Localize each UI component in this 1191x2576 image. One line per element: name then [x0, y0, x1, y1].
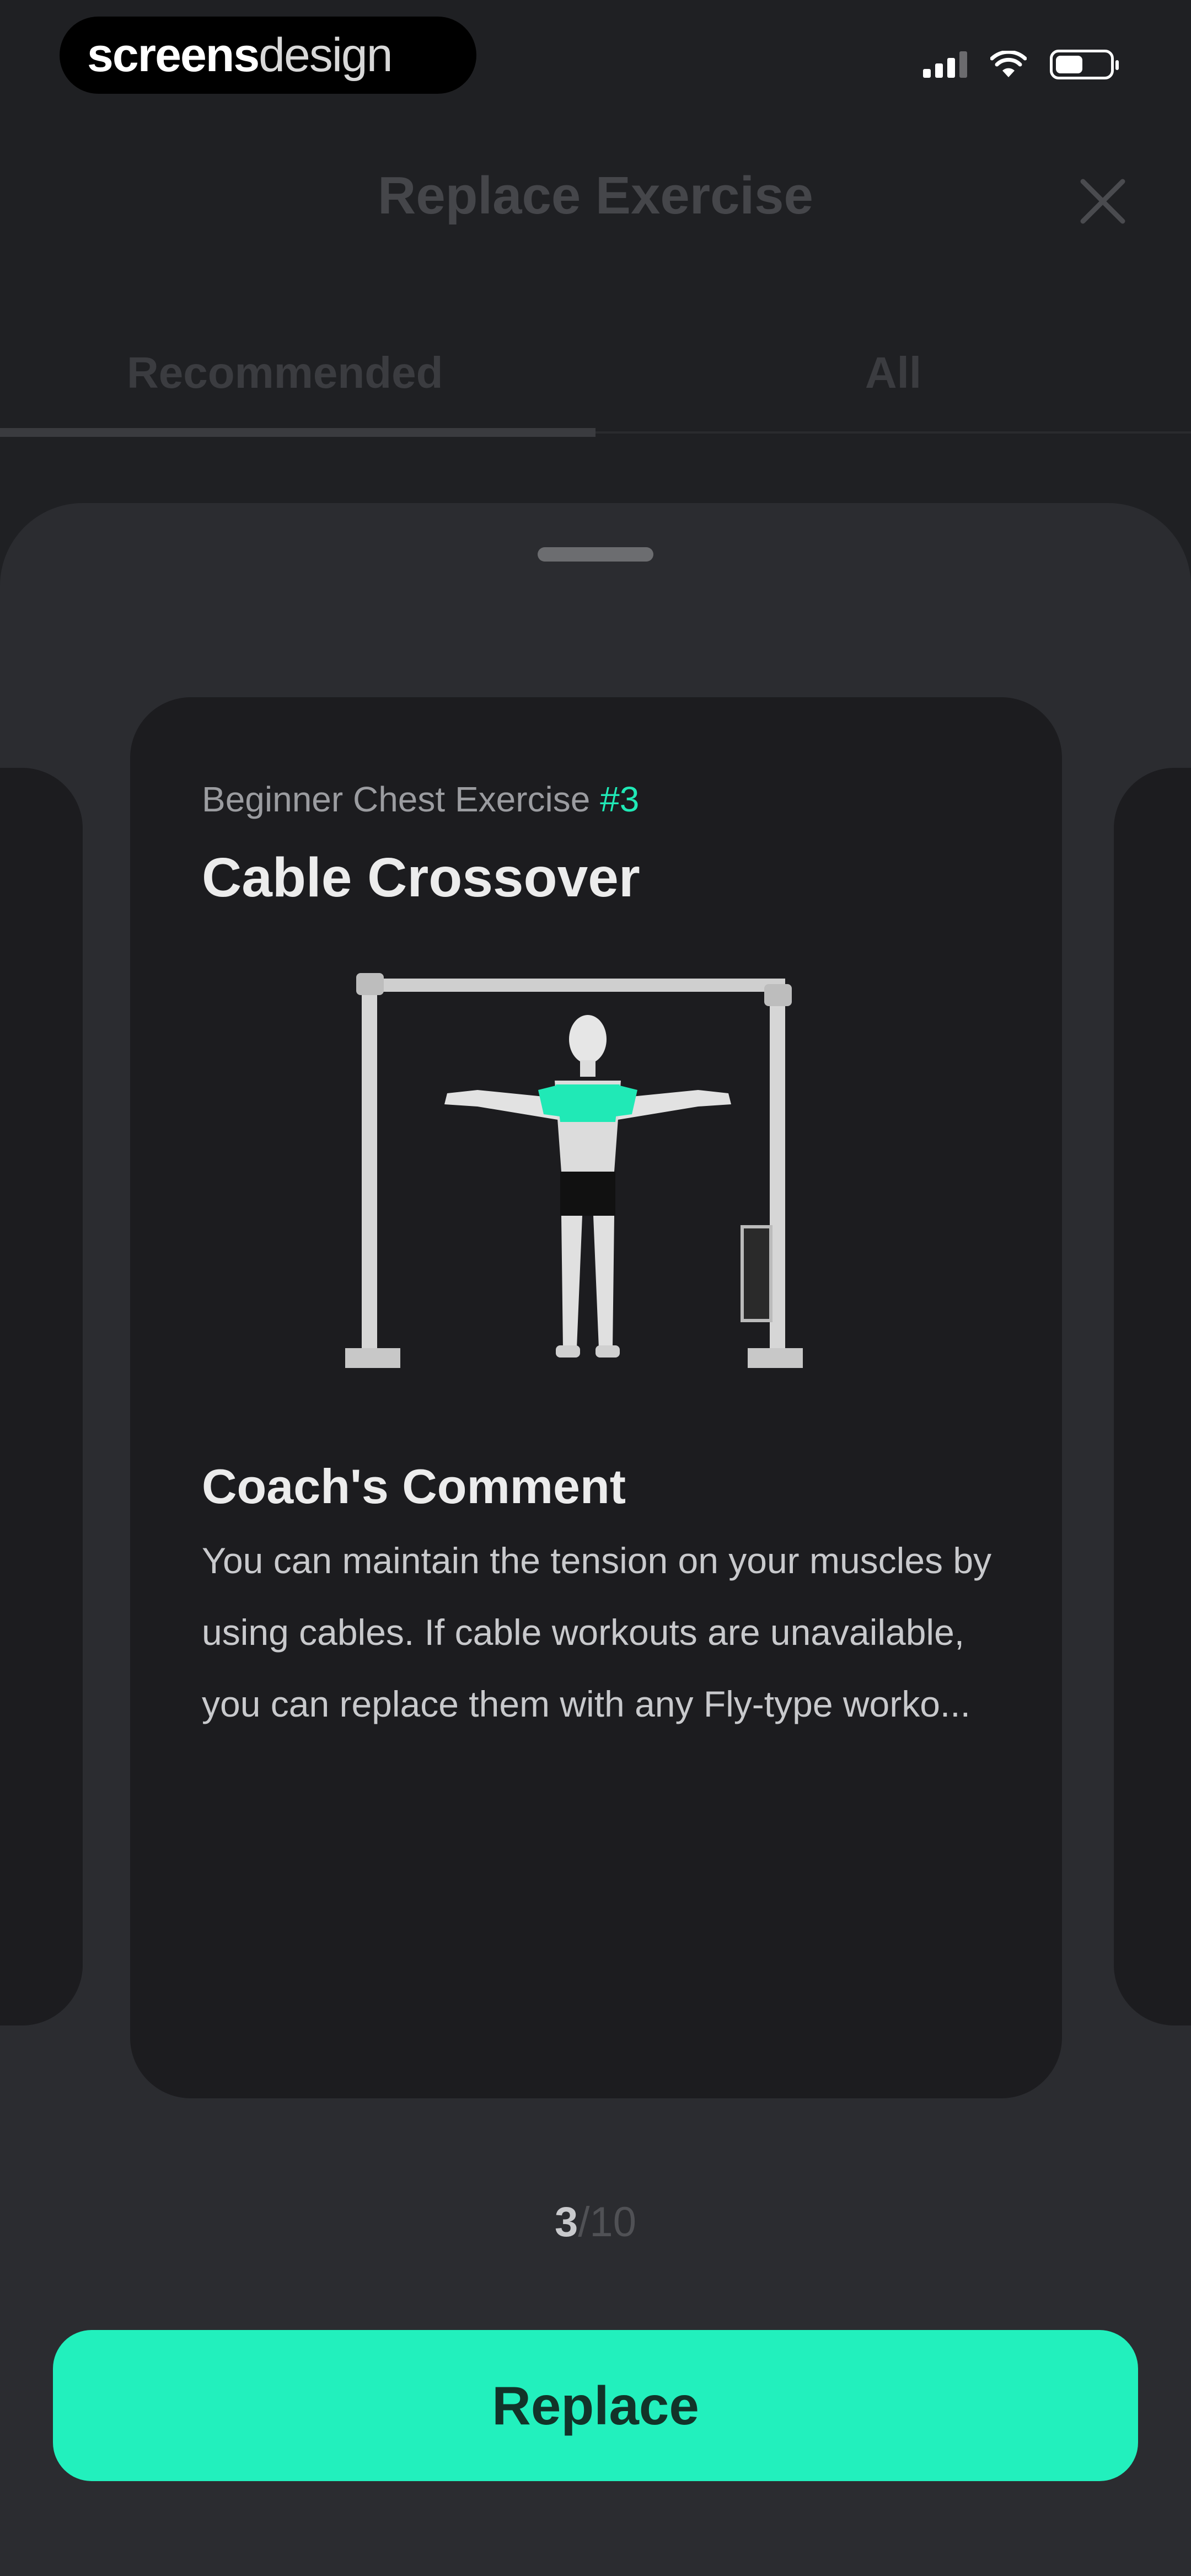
weight-stack	[741, 1225, 772, 1322]
brand-logo: screens design	[60, 17, 476, 94]
chest-highlight	[556, 1084, 620, 1122]
close-button[interactable]	[1075, 174, 1130, 229]
head	[569, 1015, 607, 1063]
close-icon	[1080, 179, 1125, 224]
page-indicator: 3/10	[0, 2198, 1191, 2246]
replace-button[interactable]: Replace	[53, 2330, 1138, 2481]
cellular-signal-icon	[923, 51, 967, 78]
brand-logo-bold: screens	[87, 28, 260, 82]
page-title: Replace Exercise	[378, 166, 813, 225]
left-leg	[561, 1216, 582, 1348]
exercise-category: Beginner Chest Exercise #3	[202, 779, 639, 820]
pulley-left	[356, 973, 384, 995]
tab-selected-indicator	[0, 428, 596, 437]
sheet-drag-handle[interactable]	[538, 547, 653, 562]
machine-crossbar	[362, 979, 785, 992]
status-icons	[923, 50, 1119, 79]
coach-comment-title: Coach's Comment	[202, 1459, 626, 1514]
tab-bar: Recommended All	[0, 336, 1191, 436]
shorts	[560, 1172, 615, 1216]
exercise-category-label: Beginner Chest Exercise	[202, 779, 591, 819]
page-total: /10	[578, 2199, 636, 2246]
tab-all[interactable]: All	[596, 336, 1191, 436]
machine-right-base	[748, 1348, 803, 1368]
left-foot	[556, 1345, 580, 1358]
exercise-rank: #3	[600, 779, 640, 819]
exercise-title: Cable Crossover	[202, 847, 640, 908]
brand-logo-light: design	[259, 28, 393, 82]
status-bar: screens design	[0, 0, 1191, 116]
page-current: 3	[555, 2199, 578, 2246]
tab-recommended[interactable]: Recommended	[0, 336, 596, 436]
machine-left-base	[345, 1348, 400, 1368]
next-exercise-card[interactable]	[1114, 768, 1191, 2025]
exercise-illustration	[345, 973, 803, 1368]
wifi-icon	[990, 51, 1027, 77]
machine-left-post	[362, 979, 377, 1365]
battery-icon	[1050, 50, 1119, 79]
exercise-card[interactable]: Beginner Chest Exercise #3 Cable Crossov…	[130, 697, 1062, 2098]
bottom-sheet: Beginner Chest Exercise #3 Cable Crossov…	[0, 503, 1191, 2576]
right-foot	[596, 1345, 620, 1358]
coach-comment-text: You can maintain the tension on your mus…	[202, 1540, 992, 1724]
right-leg	[593, 1216, 614, 1348]
pulley-right	[764, 984, 792, 1006]
neck	[580, 1060, 596, 1077]
previous-exercise-card[interactable]	[0, 768, 83, 2025]
